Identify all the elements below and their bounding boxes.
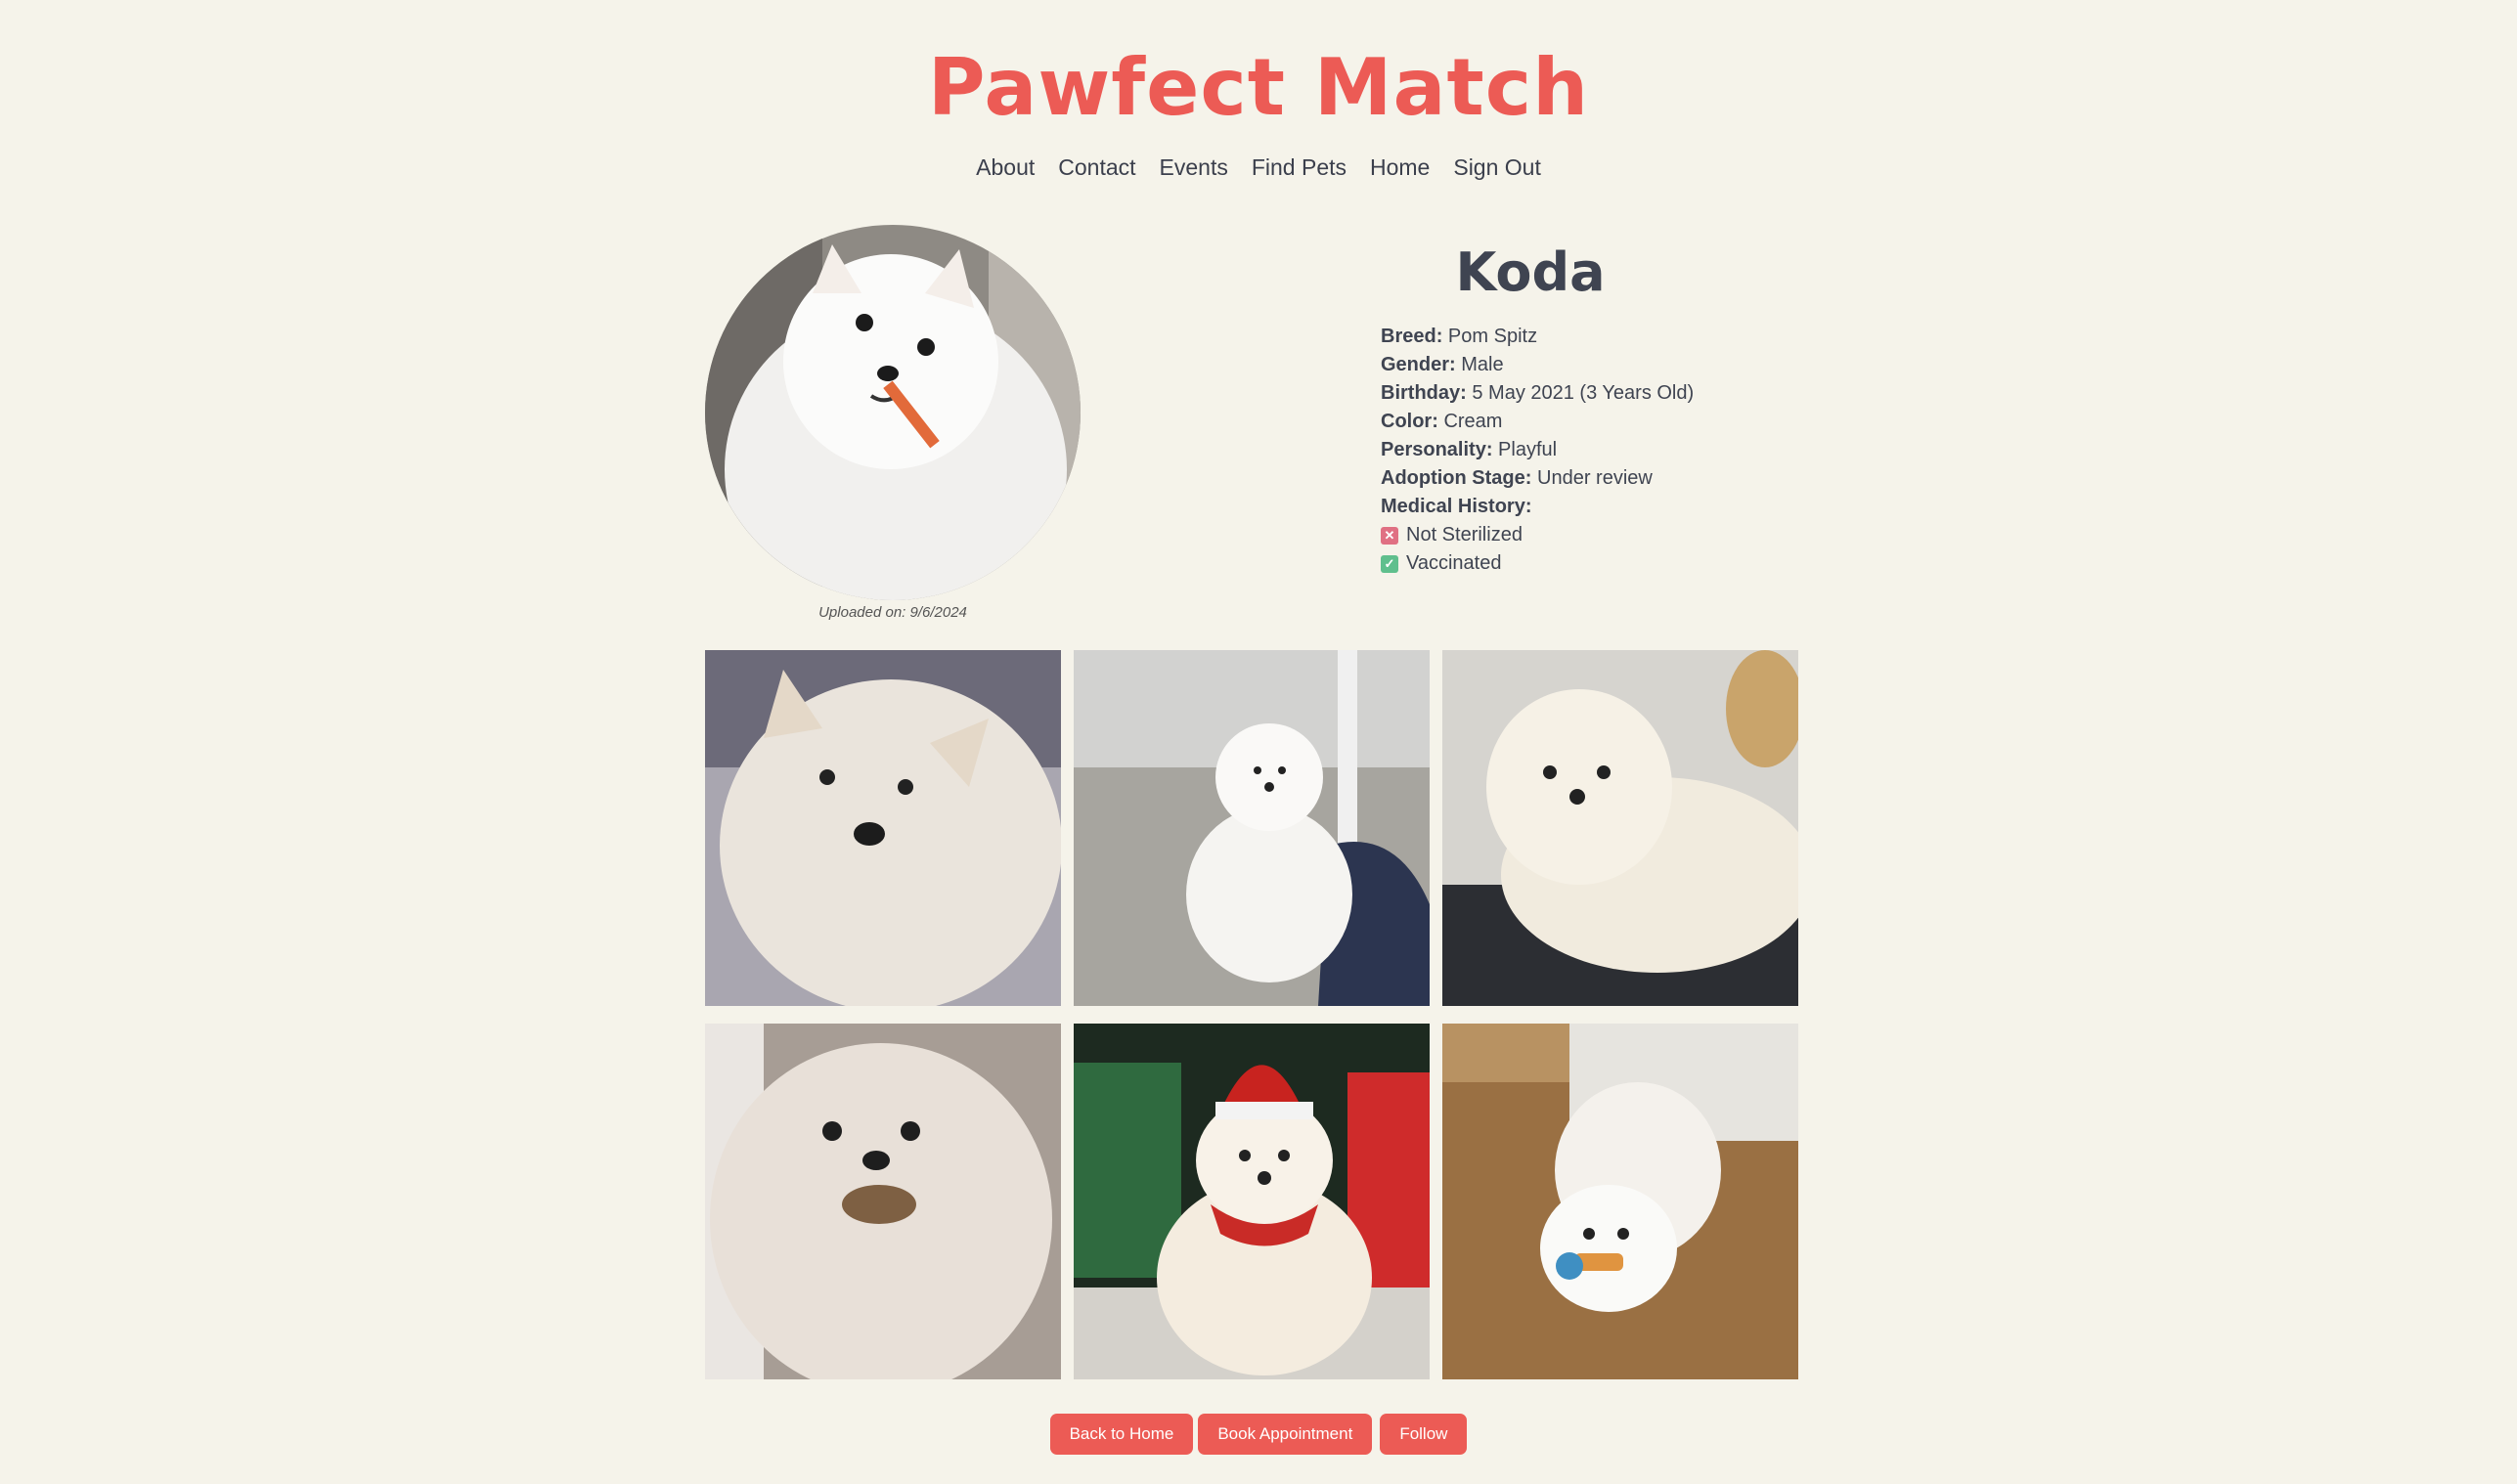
gallery-photo-5[interactable] (1074, 1024, 1430, 1379)
checkmark-icon: ✓ (1381, 554, 1398, 573)
site-title: Pawfect Match (927, 42, 1590, 133)
pet-name: Koda (1455, 241, 1606, 303)
follow-button[interactable]: Follow (1380, 1414, 1468, 1455)
medical-history-label: Medical History: (1381, 496, 1532, 517)
detail-color: Color: Cream (1381, 411, 1503, 432)
detail-breed: Breed: Pom Spitz (1381, 326, 1538, 347)
pet-details: Breed: Pom Spitz Gender: Male Birthday: … (1381, 323, 1889, 578)
photo-gallery (705, 650, 1798, 1379)
gallery-photo-1[interactable] (705, 650, 1061, 1006)
nav-find-pets[interactable]: Find Pets (1252, 154, 1347, 181)
detail-adoption-stage: Adoption Stage: Under review (1381, 467, 1653, 489)
back-to-home-button[interactable]: Back to Home (1049, 1414, 1194, 1455)
detail-gender: Gender: Male (1381, 354, 1504, 375)
detail-birthday: Birthday: 5 May 2021 (3 Years Old) (1381, 382, 1695, 404)
main-nav: About Contact Events Find Pets Home Sign… (0, 154, 2517, 181)
book-appointment-button[interactable]: Book Appointment (1198, 1414, 1373, 1455)
upload-date: Uploaded on: 9/6/2024 (818, 604, 967, 621)
nav-about[interactable]: About (976, 154, 1035, 181)
gallery-photo-4[interactable] (705, 1024, 1061, 1379)
cross-icon: ✕ (1381, 526, 1398, 545)
medical-item-vaccinated: ✓ Vaccinated (1381, 549, 1889, 578)
medical-item-sterilized: ✕ Not Sterilized (1381, 521, 1889, 549)
gallery-photo-6[interactable] (1442, 1024, 1798, 1379)
action-buttons: Back to Home Book Appointment Follow (0, 1414, 2517, 1455)
gallery-photo-2[interactable] (1074, 650, 1430, 1006)
nav-events[interactable]: Events (1160, 154, 1228, 181)
gallery-photo-3[interactable] (1442, 650, 1798, 1006)
nav-home[interactable]: Home (1370, 154, 1430, 181)
nav-contact[interactable]: Contact (1058, 154, 1135, 181)
nav-sign-out[interactable]: Sign Out (1453, 154, 1541, 181)
pet-profile-photo (705, 225, 1081, 600)
detail-personality: Personality: Playful (1381, 439, 1558, 460)
